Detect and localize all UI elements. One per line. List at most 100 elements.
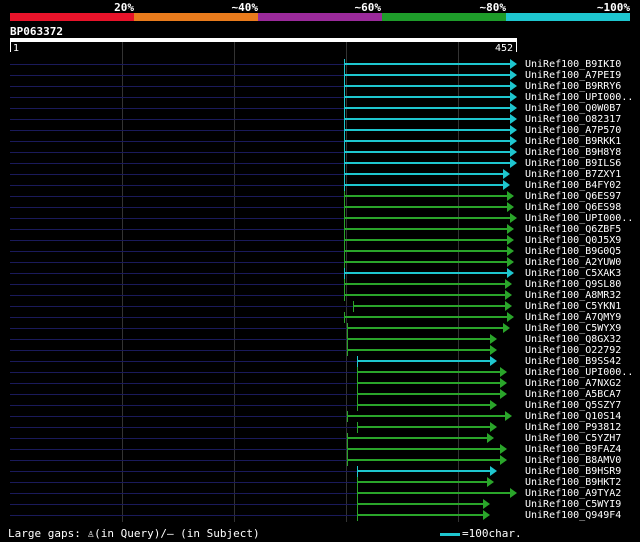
hit-bar[interactable] xyxy=(357,426,490,428)
hit-bar[interactable] xyxy=(357,404,490,406)
hit-bar[interactable] xyxy=(344,283,505,285)
hit-label[interactable]: UniRef100_Q9SL80 xyxy=(525,279,621,290)
hit-bar[interactable] xyxy=(344,129,510,131)
hit-label[interactable]: UniRef100_Q949F4 xyxy=(525,510,621,521)
hit-bar[interactable] xyxy=(344,118,510,120)
hit-bar[interactable] xyxy=(357,360,490,362)
hit-label[interactable]: UniRef100_Q8GX32 xyxy=(525,334,621,345)
hit-bar[interactable] xyxy=(357,393,500,395)
hit-label[interactable]: UniRef100_C5YZH7 xyxy=(525,433,621,444)
hit-label[interactable]: UniRef100_A9TYA2 xyxy=(525,488,621,499)
hit-label[interactable]: UniRef100_C5XAK3 xyxy=(525,268,621,279)
hit-label[interactable]: UniRef100_C5WYX9 xyxy=(525,323,621,334)
hit-bar[interactable] xyxy=(344,140,510,142)
unaligned-region xyxy=(10,482,357,483)
hit-bar[interactable] xyxy=(344,228,507,230)
hit-label[interactable]: UniRef100_C5WYI9 xyxy=(525,499,621,510)
coverage-band-80 xyxy=(382,13,506,21)
hit-bar[interactable] xyxy=(357,503,483,505)
hit-bar[interactable] xyxy=(344,272,507,274)
hit-arrow-icon xyxy=(503,323,510,333)
unaligned-region xyxy=(10,460,347,461)
hit-bar[interactable] xyxy=(347,327,503,329)
hit-label[interactable]: UniRef100_Q6ES97 xyxy=(525,191,621,202)
unaligned-region xyxy=(10,207,344,208)
scale-bar xyxy=(440,533,460,536)
hit-arrow-icon xyxy=(490,400,497,410)
hit-bar[interactable] xyxy=(347,349,490,351)
hit-bar[interactable] xyxy=(344,206,507,208)
hit-bar[interactable] xyxy=(347,338,490,340)
hit-bar[interactable] xyxy=(344,217,510,219)
hit-label[interactable]: UniRef100_A7QMY9 xyxy=(525,312,621,323)
hit-arrow-icon xyxy=(490,334,497,344)
hit-label[interactable]: UniRef100_B9FAZ4 xyxy=(525,444,621,455)
hit-arrow-icon xyxy=(500,455,507,465)
hit-label[interactable]: UniRef100_B9IKI0 xyxy=(525,59,621,70)
grid-line-400 xyxy=(458,42,459,522)
hit-bar[interactable] xyxy=(344,96,510,98)
hit-label[interactable]: UniRef100_UPI000.. xyxy=(525,367,633,378)
hit-bar[interactable] xyxy=(344,261,507,263)
hit-label[interactable]: UniRef100_B9RRY6 xyxy=(525,81,621,92)
hit-label[interactable]: UniRef100_B9HSR9 xyxy=(525,466,621,477)
hit-label[interactable]: UniRef100_A7NXG2 xyxy=(525,378,621,389)
hit-bar[interactable] xyxy=(347,437,487,439)
hit-label[interactable]: UniRef100_Q6ES98 xyxy=(525,202,621,213)
hit-label[interactable]: UniRef100_O82317 xyxy=(525,114,621,125)
hit-bar[interactable] xyxy=(347,448,500,450)
hit-label[interactable]: UniRef100_A7P570 xyxy=(525,125,621,136)
hit-label[interactable]: UniRef100_B9H8Y8 xyxy=(525,147,621,158)
hit-label[interactable]: UniRef100_B4FY02 xyxy=(525,180,621,191)
hit-bar[interactable] xyxy=(357,470,490,472)
hit-label[interactable]: UniRef100_Q10S14 xyxy=(525,411,621,422)
hit-label[interactable]: UniRef100_Q5SZY7 xyxy=(525,400,621,411)
hit-bar[interactable] xyxy=(344,85,510,87)
hit-label[interactable]: UniRef100_Q0W0B7 xyxy=(525,103,621,114)
hit-label[interactable]: UniRef100_B9HKT2 xyxy=(525,477,621,488)
hit-bar[interactable] xyxy=(347,415,505,417)
hit-label[interactable]: UniRef100_B9RKK1 xyxy=(525,136,621,147)
hit-label[interactable]: UniRef100_B9G0Q5 xyxy=(525,246,621,257)
hit-bar[interactable] xyxy=(357,382,500,384)
hit-bar[interactable] xyxy=(344,151,510,153)
hit-bar[interactable] xyxy=(357,492,510,494)
hit-label[interactable]: UniRef100_Q6ZBF5 xyxy=(525,224,621,235)
hit-label[interactable]: UniRef100_B9SS42 xyxy=(525,356,621,367)
hit-bar[interactable] xyxy=(347,459,500,461)
hit-arrow-icon xyxy=(507,235,514,245)
hit-label[interactable]: UniRef100_B8AMV0 xyxy=(525,455,621,466)
query-end-tick xyxy=(516,42,517,52)
hit-label[interactable]: UniRef100_B7ZXY1 xyxy=(525,169,621,180)
hit-label[interactable]: UniRef100_A7PEI9 xyxy=(525,70,621,81)
hit-bar[interactable] xyxy=(344,316,507,318)
hit-label[interactable]: UniRef100_C5YKN1 xyxy=(525,301,621,312)
hit-bar[interactable] xyxy=(344,63,510,65)
hit-label[interactable]: UniRef100_A5BCA7 xyxy=(525,389,621,400)
hit-bar[interactable] xyxy=(344,162,510,164)
hit-bar[interactable] xyxy=(344,239,507,241)
percent-label-80: ~80% xyxy=(479,1,507,14)
hit-bar[interactable] xyxy=(344,184,503,186)
hit-label[interactable]: UniRef100_UPI000.. xyxy=(525,92,633,103)
hit-label[interactable]: UniRef100_O22792 xyxy=(525,345,621,356)
hit-arrow-icon xyxy=(503,169,510,179)
hit-label[interactable]: UniRef100_P93812 xyxy=(525,422,621,433)
hit-bar[interactable] xyxy=(357,481,487,483)
hit-bar[interactable] xyxy=(357,514,483,516)
hit-bar[interactable] xyxy=(357,371,500,373)
hit-bar[interactable] xyxy=(344,195,507,197)
hit-bar[interactable] xyxy=(353,305,505,307)
hit-bar[interactable] xyxy=(344,107,510,109)
hit-label[interactable]: UniRef100_A8MR32 xyxy=(525,290,621,301)
hit-bar[interactable] xyxy=(344,173,503,175)
hit-label[interactable]: UniRef100_Q0J5X9 xyxy=(525,235,621,246)
hit-label[interactable]: UniRef100_B9ILS6 xyxy=(525,158,621,169)
hit-bar[interactable] xyxy=(344,74,510,76)
hit-bar[interactable] xyxy=(344,250,507,252)
hit-arrow-icon xyxy=(510,103,517,113)
unaligned-region xyxy=(10,97,344,98)
hit-label[interactable]: UniRef100_UPI000.. xyxy=(525,213,633,224)
hit-label[interactable]: UniRef100_A2YUW0 xyxy=(525,257,621,268)
hit-bar[interactable] xyxy=(344,294,505,296)
